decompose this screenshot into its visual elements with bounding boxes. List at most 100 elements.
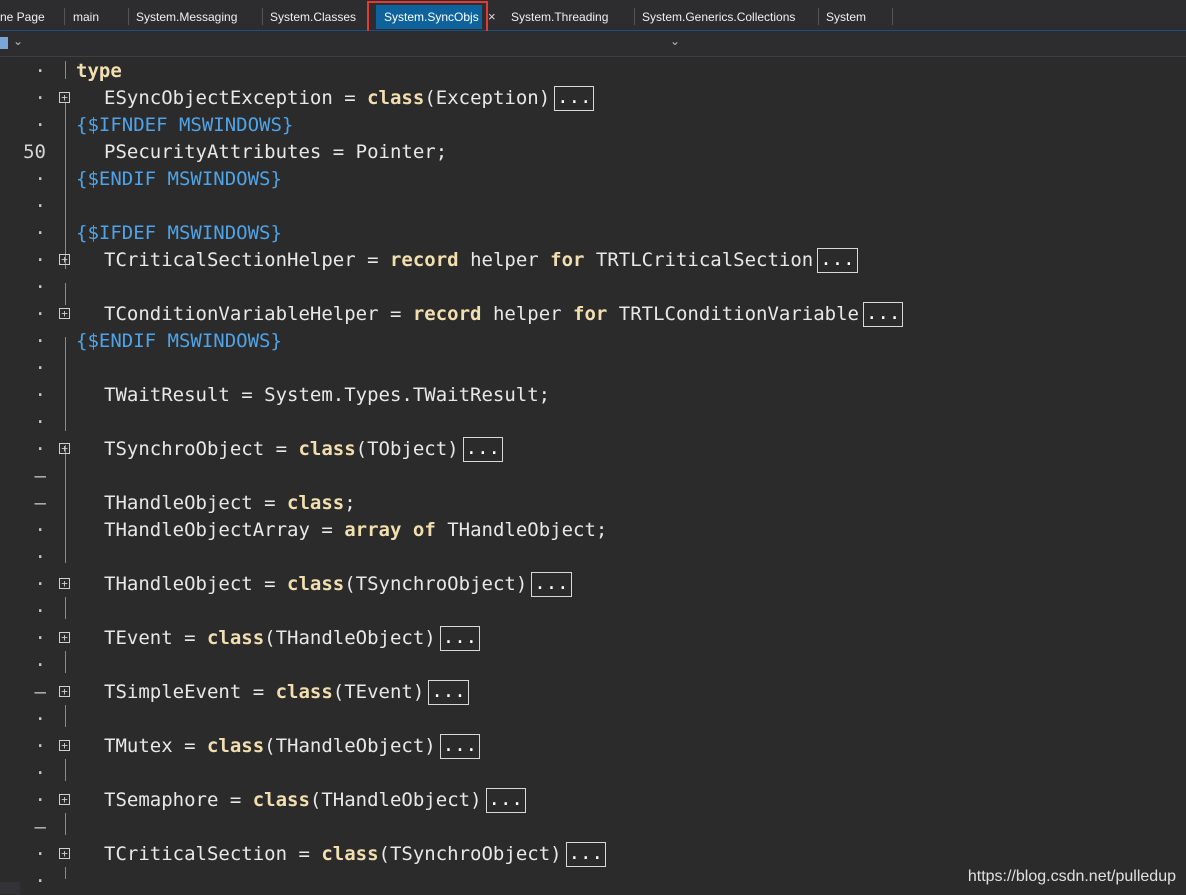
code-line: – xyxy=(0,463,1186,490)
tab-system-messaging[interactable]: System.Messaging xyxy=(136,5,256,29)
compiler-directive: {$IFDEF MSWINDOWS} xyxy=(76,222,282,244)
keyword: type xyxy=(76,60,122,82)
code-line: · + THandleObject = class(TSynchroObject… xyxy=(0,571,1186,598)
keyword: class xyxy=(275,681,333,703)
keyword: class xyxy=(252,789,310,811)
tab-system[interactable]: System xyxy=(826,5,886,29)
line-gutter: · xyxy=(34,627,46,649)
code-text: ; xyxy=(344,492,356,514)
code-text: TSemaphore = xyxy=(104,789,253,811)
keyword: class xyxy=(206,627,265,649)
line-gutter: · xyxy=(34,114,46,136)
keyword: array xyxy=(344,519,402,541)
tab-system-generics-collections[interactable]: System.Generics.Collections xyxy=(642,5,814,29)
fold-expand-icon[interactable]: + xyxy=(59,443,70,454)
code-line: 50 PSecurityAttributes = Pointer; xyxy=(0,139,1186,166)
editor-tab-strip: ne Page main System.Messaging System.Cla… xyxy=(0,0,1186,31)
line-gutter: – xyxy=(34,465,46,487)
code-text: TRTLCriticalSection xyxy=(584,249,814,271)
tab-system-classes[interactable]: System.Classes xyxy=(270,5,365,29)
code-text: (TObject) xyxy=(355,438,459,460)
code-text: (TEvent) xyxy=(332,681,425,703)
fold-expand-icon[interactable]: + xyxy=(59,740,70,751)
keyword: class xyxy=(321,843,379,865)
tab-system-threading[interactable]: System.Threading xyxy=(511,5,629,29)
collapsed-region-marker[interactable]: ... xyxy=(817,248,858,273)
code-text: TMutex = xyxy=(104,735,207,757)
chevron-down-icon[interactable]: ⌄ xyxy=(13,34,23,48)
line-gutter: · xyxy=(34,789,46,811)
line-gutter: · xyxy=(34,168,46,190)
line-gutter: – xyxy=(34,816,46,838)
code-text: (TSynchroObject) xyxy=(344,573,528,595)
line-gutter: · xyxy=(34,573,46,595)
code-line: · TWaitResult = System.Types.TWaitResult… xyxy=(0,382,1186,409)
compiler-directive: {$ENDIF MSWINDOWS} xyxy=(76,168,282,190)
tab-separator xyxy=(634,8,635,25)
chevron-down-icon[interactable]: ⌄ xyxy=(670,34,680,48)
line-gutter: · xyxy=(34,735,46,757)
keyword: class xyxy=(287,492,345,514)
collapsed-region-marker[interactable]: ... xyxy=(462,437,503,462)
code-line: · xyxy=(0,652,1186,679)
code-text: helper xyxy=(481,303,574,325)
fold-expand-icon[interactable]: + xyxy=(59,794,70,805)
watermark-url: https://blog.csdn.net/pulledup xyxy=(967,868,1176,885)
code-text: TCriticalSection = xyxy=(104,843,322,865)
code-line: · {$IFDEF MSWINDOWS} xyxy=(0,220,1186,247)
line-gutter: · xyxy=(34,249,46,271)
line-gutter: · xyxy=(34,762,46,784)
code-line: · + TSynchroObject = class(TObject)... xyxy=(0,436,1186,463)
code-text: THandleObject = xyxy=(104,573,288,595)
code-text: TConditionVariableHelper = xyxy=(104,303,413,325)
compiler-directive: {$IFNDEF MSWINDOWS} xyxy=(76,114,294,136)
code-line: · + TEvent = class(THandleObject)... xyxy=(0,625,1186,652)
collapsed-region-marker[interactable]: ... xyxy=(439,734,481,759)
code-line: · THandleObjectArray = array of THandleO… xyxy=(0,517,1186,544)
fold-expand-icon[interactable]: + xyxy=(59,848,70,859)
line-gutter: · xyxy=(34,276,46,298)
collapsed-region-marker[interactable]: ... xyxy=(439,626,481,651)
code-text: TRTLConditionVariable xyxy=(607,303,860,325)
code-line: · + TSemaphore = class(THandleObject)... xyxy=(0,787,1186,814)
collapsed-region-marker[interactable]: ... xyxy=(554,86,595,111)
code-text: PSecurityAttributes = Pointer; xyxy=(104,141,448,163)
editor-nav-bar: ⌄ ⌄ xyxy=(0,31,1186,57)
tab-separator xyxy=(128,8,129,25)
fold-expand-icon[interactable]: + xyxy=(59,632,70,643)
code-text: (TSynchroObject) xyxy=(378,843,562,865)
collapsed-region-marker[interactable]: ... xyxy=(565,842,606,867)
close-icon[interactable]: × xyxy=(488,5,496,29)
keyword: for xyxy=(550,249,585,271)
collapsed-region-marker[interactable]: ... xyxy=(863,302,904,327)
line-gutter: · xyxy=(34,546,46,568)
code-editor[interactable]: · type · + ESyncObjectException = class(… xyxy=(0,57,1186,894)
keyword: class xyxy=(287,573,345,595)
code-line: – xyxy=(0,814,1186,841)
status-strip xyxy=(0,882,20,894)
collapsed-region-marker[interactable]: ... xyxy=(531,572,572,597)
fold-expand-icon[interactable]: + xyxy=(59,308,70,319)
tab-welcome-page[interactable]: ne Page xyxy=(0,5,60,29)
code-line: · {$ENDIF MSWINDOWS} xyxy=(0,328,1186,355)
collapsed-region-marker[interactable]: ... xyxy=(485,788,526,813)
fold-expand-icon[interactable]: + xyxy=(59,92,70,103)
fold-expand-icon[interactable]: + xyxy=(59,254,70,265)
tab-main[interactable]: main xyxy=(73,5,123,29)
code-line: · + ESyncObjectException = class(Excepti… xyxy=(0,85,1186,112)
keyword: for xyxy=(573,303,608,325)
line-gutter: · xyxy=(34,195,46,217)
fold-expand-icon[interactable]: + xyxy=(59,578,70,589)
fold-expand-icon[interactable]: + xyxy=(59,686,70,697)
code-line: · xyxy=(0,355,1186,382)
code-text: THandleObject; xyxy=(435,519,608,541)
collapsed-region-marker[interactable]: ... xyxy=(428,680,469,705)
file-icon xyxy=(0,37,8,49)
line-gutter: · xyxy=(34,708,46,730)
code-line: · xyxy=(0,274,1186,301)
code-line: · + TConditionVariableHelper = record he… xyxy=(0,301,1186,328)
code-line: · xyxy=(0,598,1186,625)
code-line: · {$IFNDEF MSWINDOWS} xyxy=(0,112,1186,139)
code-text: (THandleObject) xyxy=(264,627,436,649)
